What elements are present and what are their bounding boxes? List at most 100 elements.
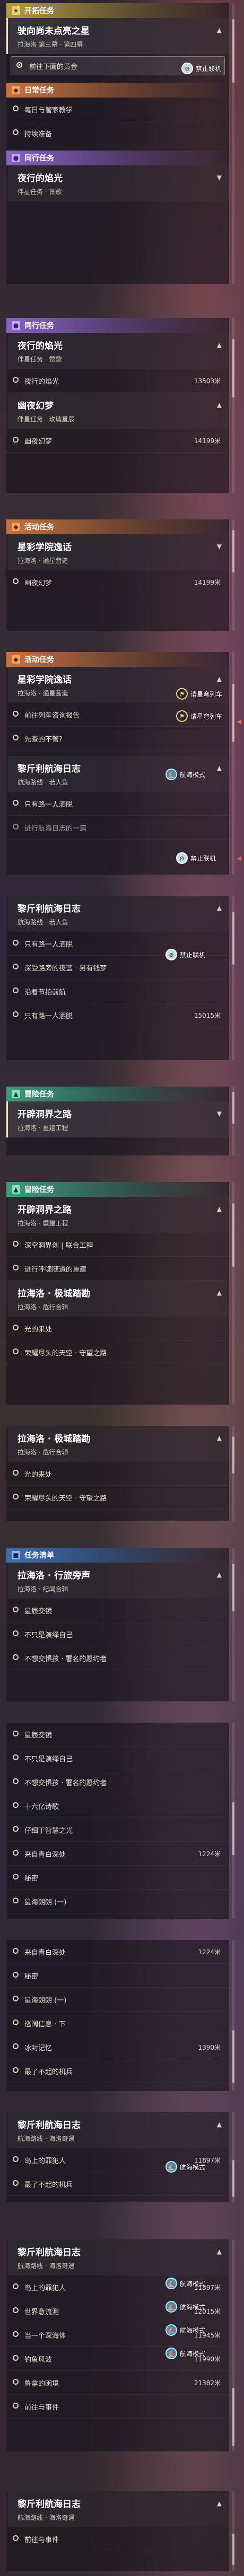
mission-step[interactable]: 每日与管家教学	[6, 98, 229, 121]
mission-step[interactable]: 星海朗朗 (一)	[6, 1988, 229, 2012]
mission-step[interactable]: 不想交惧孩 · 署名的愿约者	[6, 1770, 229, 1794]
scrollbar[interactable]	[232, 896, 234, 1060]
mission-step[interactable]: 秘密	[6, 1964, 229, 1988]
mission-step[interactable]: 进行航海日志的一篇	[6, 816, 229, 840]
chevron-up-icon[interactable]: ▲	[217, 1434, 222, 1442]
mission-card[interactable]: 拉海洛 · 极城踏勘 拉海洛 · 危行合辑 ▲	[6, 1281, 229, 1317]
mission-card[interactable]: 驶向尚未点亮之星 拉海洛 第三幕 · 第四幕 ▲	[6, 18, 229, 54]
mission-step[interactable]: 进行呼啸随道的重建	[6, 1257, 229, 1281]
mission-card[interactable]: 黎斤利航海日志 航海路线 · 海洛奇遇 ▲	[6, 2239, 229, 2275]
scrollbar[interactable]	[232, 1426, 234, 1521]
mission-step[interactable]: 幽夜幻梦 14199米	[6, 570, 229, 594]
mission-card[interactable]: 拉海洛 · 极城踏勘 拉海洛 · 危行合辑 ▲	[6, 1426, 229, 1462]
scrollbar[interactable]	[232, 1182, 234, 1405]
side-arrow-icon[interactable]: ◀	[237, 854, 241, 862]
chevron-up-icon[interactable]: ▲	[217, 1289, 222, 1296]
chevron-down-icon[interactable]: ▼	[217, 174, 222, 181]
step-label: 沿着节拍前航	[24, 988, 66, 996]
mission-step[interactable]: 不想交惧孩 · 署名的愿约者	[6, 1646, 229, 1670]
mission-card[interactable]: 黎斤利航海日志 航海路线 · 若人鱼 ▲	[6, 896, 229, 932]
step-label: 巡阔信息 · 下	[24, 2020, 66, 2028]
scrollbar[interactable]	[232, 2491, 234, 2571]
mission-step[interactable]: 最了不起的机兵	[6, 2172, 229, 2196]
scrollbar[interactable]	[232, 1723, 234, 1919]
mission-card[interactable]: 夜行的焰光 伴星任务 · 赞歌 ▼	[6, 165, 229, 201]
mission-step[interactable]: 来自青白深处 1224米	[6, 1940, 229, 1964]
triangle-icon: ▲	[12, 1185, 20, 1194]
mission-card[interactable]: 开辟洞界之路 拉海洛 · 重建工程 ▼	[6, 1101, 229, 1137]
mission-step[interactable]: 不只是演绎自己	[6, 1746, 229, 1770]
scrollbar[interactable]	[232, 652, 234, 875]
mission-step[interactable]: 秘密	[6, 1866, 229, 1890]
mission-step[interactable]: 幽夜幻梦 14199米	[6, 429, 229, 453]
chevron-down-icon[interactable]: ▼	[217, 1110, 222, 1117]
mission-title: 星彩学院逸话	[18, 542, 72, 553]
chevron-up-icon[interactable]: ▲	[217, 2248, 222, 2255]
mission-step[interactable]: 星辰交镜	[6, 1723, 229, 1746]
scrollbar[interactable]	[232, 1548, 234, 1701]
scrollbar[interactable]	[232, 1940, 234, 2091]
step-label: 星辰交镜	[24, 1731, 53, 1740]
mission-step[interactable]: 巡阔信息 · 下	[6, 2012, 229, 2035]
mission-card[interactable]: 夜行的焰光 伴星任务 · 赞歌 ▲	[6, 333, 229, 369]
mission-card[interactable]: 开辟洞界之路 拉海洛 · 重建工程 ▲	[6, 1197, 229, 1233]
mission-step[interactable]: 星海朗朗 (一)	[6, 1890, 229, 1913]
mission-step[interactable]: 持续准备	[6, 121, 229, 145]
chevron-up-icon[interactable]: ▲	[217, 2121, 222, 2128]
circle-icon	[13, 824, 19, 830]
mission-step[interactable]: 来自青白深处 1224米	[6, 1842, 229, 1866]
track-badge[interactable]: ⚑ 请星穹列车	[176, 710, 222, 722]
scrollbar[interactable]	[232, 519, 234, 631]
mission-step[interactable]: 只有路一人洒脱	[6, 792, 229, 816]
chevron-up-icon[interactable]: ▲	[217, 2500, 222, 2507]
step-label: 不想交惧孩 · 署名的愿约者	[24, 1779, 107, 1787]
mission-step[interactable]: 星辰交镜	[6, 1599, 229, 1622]
chevron-up-icon[interactable]: ▲	[217, 1205, 222, 1213]
section-header-label: 活动任务	[24, 656, 54, 664]
mission-step[interactable]: 光的来处	[6, 1317, 229, 1340]
mission-card[interactable]: 黎斤利航海日志 航海路线 · 海洛奇遇 ▲	[6, 2112, 229, 2148]
mission-step[interactable]: 深受路旁的夜蓝 · 另有钱梦	[6, 956, 229, 980]
chevron-up-icon[interactable]: ▲	[217, 675, 222, 683]
mission-step[interactable]: 深空洞界创 | 联合工程	[6, 1233, 229, 1257]
circle-icon	[13, 1731, 19, 1736]
mission-step[interactable]: 先查的不管?	[6, 727, 229, 751]
forbidden-icon: ⊘	[176, 852, 188, 864]
scrollbar[interactable]	[232, 1087, 234, 1155]
scrollbar[interactable]	[232, 2112, 234, 2202]
chevron-up-icon[interactable]: ▲	[217, 904, 222, 912]
scrollbar[interactable]	[232, 318, 234, 493]
mission-card[interactable]: 黎斤利航海日志 航海路线 · 海洛奇遇 ▲	[6, 2491, 229, 2527]
mission-step[interactable]: 前往与事件	[6, 2395, 229, 2419]
mission-step[interactable]: 鲁拿的困境 21382米	[6, 2371, 229, 2395]
mission-step[interactable]: 光的来处	[6, 1462, 229, 1486]
chevron-up-icon[interactable]: ▲	[217, 764, 222, 772]
side-arrow-icon[interactable]: ◀	[237, 718, 241, 725]
step-label: 只有路一人洒脱	[24, 940, 73, 949]
mission-card[interactable]: 星彩学院逸话 拉海洛 · 通星营造 ▼	[6, 534, 229, 570]
mission-step[interactable]: 不只是演绎自己	[6, 1622, 229, 1646]
mission-step[interactable]: 前往与事件	[6, 2527, 229, 2551]
mission-card[interactable]: 幽夜幻梦 伴星任务 · 玫瑰星辰 ▲	[6, 393, 229, 429]
mission-step[interactable]: 冰封记忆 1390米	[6, 2035, 229, 2059]
mission-step[interactable]: 荣耀尽头的天空 · 守望之路	[6, 1340, 229, 1364]
mission-step[interactable]: 只有路一人洒脱 15015米	[6, 1003, 229, 1027]
mission-subtitle: 拉海洛 · 纪闻合辑	[18, 1585, 68, 1593]
chevron-up-icon[interactable]: ▲	[217, 401, 222, 409]
mission-step[interactable]: 最了不起的机兵	[6, 2059, 229, 2083]
step-label: 深受路旁的夜蓝 · 另有钱梦	[24, 964, 107, 973]
mission-step[interactable]: 沿着节拍前航	[6, 980, 229, 1003]
scrollbar[interactable]	[232, 3, 234, 284]
chevron-up-icon[interactable]: ▲	[217, 341, 222, 349]
mission-step[interactable]: 夜行的焰光 13503米	[6, 369, 229, 393]
scrollbar[interactable]	[232, 2239, 234, 2451]
chevron-up-icon[interactable]: ▲	[217, 1571, 222, 1578]
mission-card[interactable]: 拉海洛 · 行旅旁声 拉海洛 · 纪闻合辑 ▲	[6, 1563, 229, 1599]
mission-step[interactable]: 十六亿诗歌	[6, 1794, 229, 1818]
mission-step[interactable]: 荣耀尽头的天空 · 守望之路	[6, 1486, 229, 1510]
mission-step[interactable]: 仔细于智慧之光	[6, 1818, 229, 1842]
step-label: 星海朗朗 (一)	[24, 1996, 67, 2005]
track-badge[interactable]: ⚑ 请星穹列车	[176, 688, 222, 700]
chevron-down-icon[interactable]: ▼	[217, 543, 222, 550]
chevron-up-icon[interactable]: ▲	[217, 27, 222, 34]
